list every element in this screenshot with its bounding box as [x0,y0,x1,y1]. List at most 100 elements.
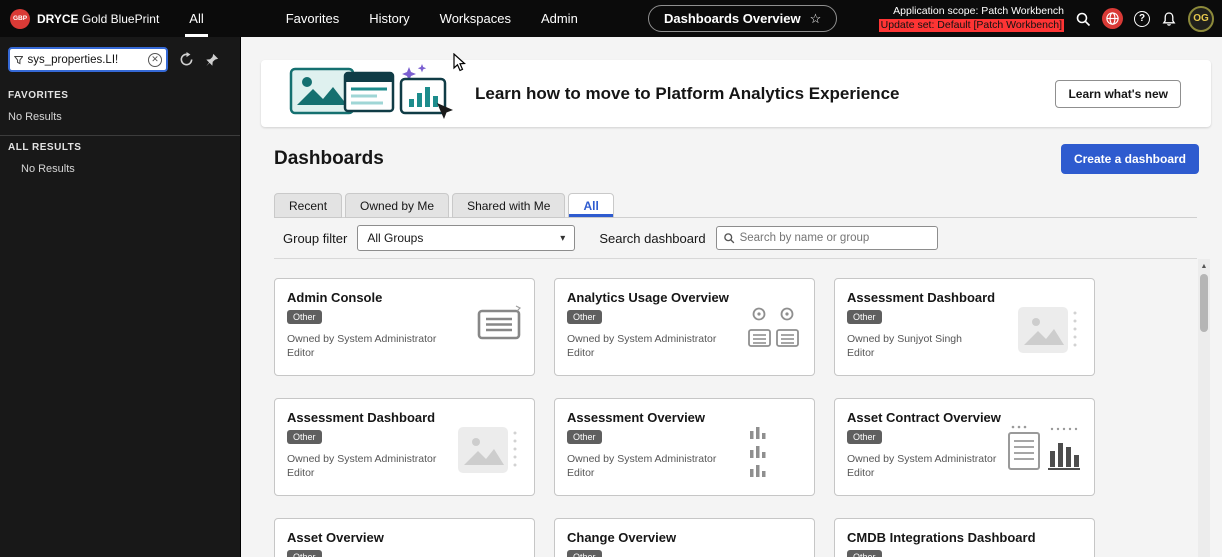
group-filter-label: Group filter [283,230,348,246]
dashboard-type-badge: Other [287,550,322,557]
app-logo[interactable]: GBP DRYCE Gold BluePrint [10,8,159,29]
all-results-section-title: ALL RESULTS [8,142,82,153]
help-icon[interactable]: ? [1134,10,1150,27]
dashboard-search-box [715,226,938,250]
dashboards-illustration [289,63,459,124]
pin-sidebar-icon[interactable] [205,53,219,67]
all-results-empty-text: No Results [21,163,75,175]
dashboard-card-title: Admin Console [287,290,383,305]
dashboard-card-title: Analytics Usage Overview [567,290,729,305]
list-and-chart-thumbnail-icon [1006,421,1082,480]
clear-filter-icon[interactable]: ✕ [148,52,162,67]
update-set-line: Update set: Default [Patch Workbench] [878,19,1064,33]
top-header-bar: GBP DRYCE Gold BluePrint All Favorites H… [0,0,1222,37]
navigator-filter-row: ✕ [0,37,240,84]
dashboard-type-badge: Other [847,430,882,444]
main-content: Learn how to move to Platform Analytics … [241,37,1222,557]
learn-whats-new-button[interactable]: Learn what's new [1055,79,1181,108]
analytics-banner: Learn how to move to Platform Analytics … [261,60,1211,127]
page-title: Dashboards [274,148,384,169]
dashboard-card-role: Editor [287,346,315,359]
dashboard-card-owner: Owned by System Administrator [567,333,717,345]
image-placeholder-thumbnail-icon [1016,305,1082,360]
nav-item-favorites[interactable]: Favorites [286,0,339,37]
header-right-cluster: Application scope: Patch Workbench Updat… [878,0,1222,37]
favorites-empty-text: No Results [8,111,62,123]
dashboard-type-badge: Other [567,310,602,324]
favorites-section-title: FAVORITES [8,90,69,101]
dashboard-type-badge: Other [287,310,322,324]
page-header-row: Dashboards Create a dashboard [274,144,1199,174]
brand-bold: DRYCE [37,11,79,26]
nav-item-workspaces[interactable]: Workspaces [440,0,511,37]
navigator-filter-input[interactable] [27,53,144,66]
tab-shared-with-me[interactable]: Shared with Me [452,193,566,218]
tab-recent[interactable]: Recent [274,193,343,218]
form-list-thumbnail-icon [476,305,522,348]
filters-divider [274,258,1197,259]
dashboard-card-title: CMDB Integrations Dashboard [847,530,1036,545]
dashboard-type-badge: Other [567,430,602,444]
search-icon [723,233,734,244]
dashboards-grid: Admin Console Other Owned by System Admi… [274,278,1095,557]
create-dashboard-button[interactable]: Create a dashboard [1060,144,1199,174]
dashboard-type-badge: Other [847,310,882,324]
brand-rest: Gold BluePrint [81,11,160,26]
application-scope-text: Application scope: Patch Workbench Updat… [878,4,1064,33]
dashboard-card-cmdb-integrations[interactable]: CMDB Integrations Dashboard Other [834,518,1095,557]
dashboard-search-input[interactable] [739,232,931,244]
funnel-filter-icon [14,55,24,64]
widget-grid-thumbnail-icon [746,305,802,356]
dashboard-card-assessment-overview[interactable]: Assessment Overview Other Owned by Syste… [554,398,815,496]
scrollbar-up-arrow-icon[interactable]: ▲ [1198,259,1210,273]
bar-charts-thumbnail-icon [748,423,770,484]
dashboard-card-owner: Owned by Sunjyot Singh [847,333,962,345]
dashboard-card-change-overview[interactable]: Change Overview Other [554,518,815,557]
user-avatar[interactable]: OG [1188,5,1214,32]
page-context-label: Dashboards Overview [664,11,801,26]
dashboard-card-owner: Owned by System Administrator [847,453,997,465]
dashboard-card-owner: Owned by System Administrator [287,453,437,465]
nav-item-all[interactable]: All [185,0,208,37]
dashboard-card-title: Assessment Dashboard [847,290,996,305]
dashboard-filters-row: Group filter All Groups ▾ Search dashboa… [283,225,938,251]
header-nav: Favorites History Workspaces Admin [286,0,578,37]
nav-item-admin[interactable]: Admin [541,0,578,37]
banner-title: Learn how to move to Platform Analytics … [475,83,900,103]
dashboard-type-badge: Other [847,550,882,557]
help-glyph: ? [1134,10,1150,27]
dashboard-card-assessment-admin[interactable]: Assessment Dashboard Other Owned by Syst… [274,398,535,496]
dashboard-card-admin-console[interactable]: Admin Console Other Owned by System Admi… [274,278,535,376]
dashboard-card-title: Asset Overview [287,530,384,545]
group-filter-select[interactable]: All Groups ▾ [357,225,576,251]
chevron-down-icon: ▾ [560,232,566,244]
dashboard-type-badge: Other [287,430,322,444]
dashboard-card-asset-overview[interactable]: Asset Overview Other [274,518,535,557]
tab-all[interactable]: All [568,193,614,218]
logo-badge-icon: GBP [10,8,30,29]
dashboard-card-title: Assessment Dashboard [287,410,436,425]
dashboard-tabs: Recent Owned by Me Shared with Me All [274,193,617,218]
navigator-sidebar: ✕ FAVORITES No Results ALL RESULTS No Re… [0,37,241,557]
page-context-pill[interactable]: Dashboards Overview ☆ [648,5,838,32]
image-placeholder-thumbnail-icon [456,425,522,480]
nav-item-history[interactable]: History [369,0,409,37]
globe-icon[interactable] [1102,8,1123,29]
refresh-icon[interactable] [179,52,194,67]
navigator-filter-box: ✕ [8,47,168,72]
vertical-scrollbar[interactable]: ▲ [1198,259,1210,557]
application-scope-line: Application scope: Patch Workbench [893,4,1064,17]
dashboard-card-analytics-usage[interactable]: Analytics Usage Overview Other Owned by … [554,278,815,376]
dashboard-card-title: Change Overview [567,530,677,545]
dashboard-card-owner: Owned by System Administrator [567,453,717,465]
favorite-star-icon[interactable]: ☆ [810,11,822,27]
tab-owned-by-me[interactable]: Owned by Me [345,193,450,218]
dashboard-card-assessment-sunjyot[interactable]: Assessment Dashboard Other Owned by Sunj… [834,278,1095,376]
dashboard-type-badge: Other [567,550,602,557]
dashboard-card-asset-contract[interactable]: Asset Contract Overview Other Owned by S… [834,398,1095,496]
brand-text: DRYCE Gold BluePrint [37,12,159,26]
scrollbar-thumb[interactable] [1200,274,1208,332]
notifications-bell-icon[interactable] [1161,11,1177,27]
search-icon[interactable] [1075,11,1091,27]
search-dashboard-label: Search dashboard [599,230,706,246]
